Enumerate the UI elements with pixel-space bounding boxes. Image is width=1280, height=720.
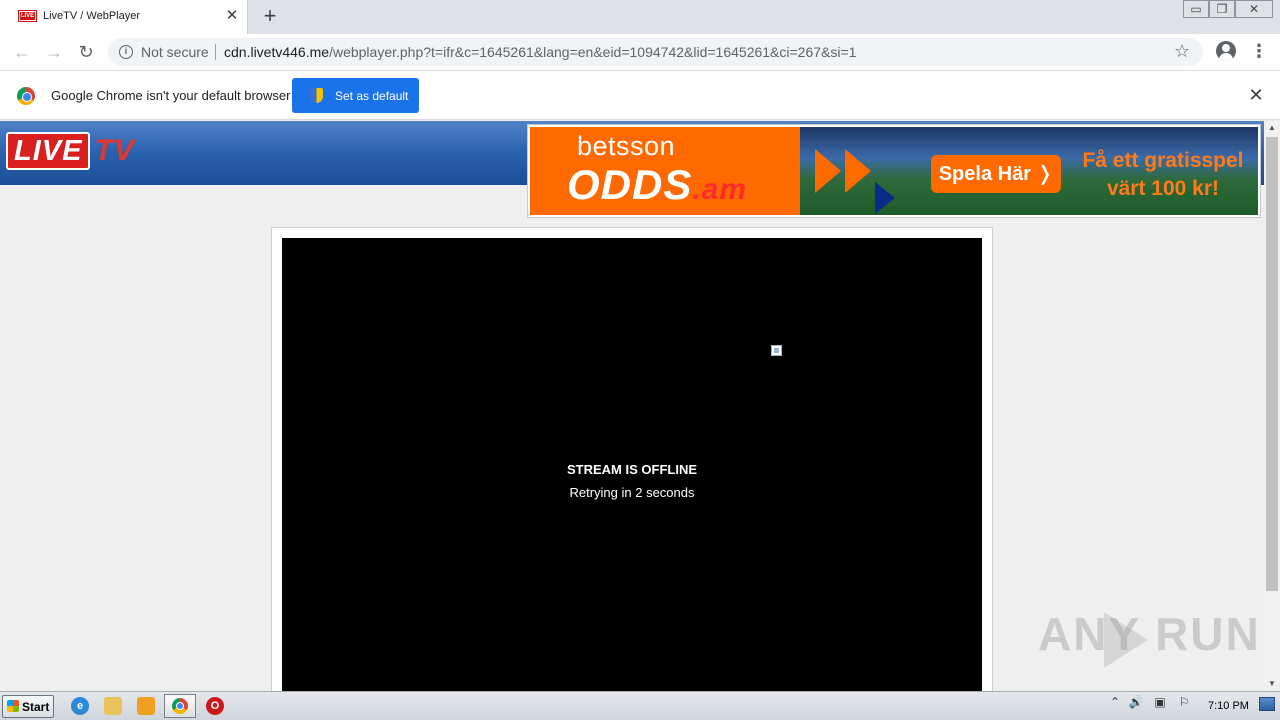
window-minimize-button[interactable]: ▭: [1183, 0, 1209, 18]
taskbar: Start e O ⌃ 🔊 ▣ ⚐ 7:10 PM: [0, 691, 1280, 720]
scroll-up-arrow-icon[interactable]: ▲: [1264, 121, 1280, 135]
tab-livetv[interactable]: LIVE LiveTV / WebPlayer ✕: [0, 0, 248, 34]
ad-brand-text: betsson: [577, 131, 676, 161]
livetv-logo[interactable]: LIVE TV: [6, 132, 135, 170]
tab-close-icon[interactable]: ✕: [223, 7, 241, 25]
star-icon[interactable]: ☆: [1174, 41, 1190, 62]
info-icon[interactable]: i: [119, 45, 133, 59]
ad-offer-line-1: Få ett gratisspel: [1082, 149, 1244, 172]
ad-product-suffix: .am: [692, 173, 748, 206]
infobar-close-icon[interactable]: ✕: [1246, 85, 1266, 105]
window-close-button[interactable]: ✕: [1235, 0, 1273, 18]
default-browser-infobar: Google Chrome isn't your default browser…: [0, 71, 1280, 120]
ad-offer-line-2: värt 100 kr!: [1106, 177, 1220, 200]
scrollbar-thumb[interactable]: [1266, 137, 1278, 591]
window-maximize-button[interactable]: ❐: [1209, 0, 1235, 18]
address-bar[interactable]: i Not secure cdn.livetv446.me/webplayer.…: [108, 38, 1203, 66]
url-separator: [215, 44, 216, 60]
logo-tv-text: TV: [94, 134, 135, 167]
stream-offline-title: STREAM IS OFFLINE: [567, 462, 697, 477]
tab-strip: LIVE LiveTV / WebPlayer ✕ + ▭ ❐ ✕: [0, 0, 1280, 34]
scroll-down-arrow-icon[interactable]: ▼: [1264, 677, 1280, 691]
new-tab-button[interactable]: +: [258, 5, 282, 29]
ad-product-name: ODDS: [567, 161, 693, 208]
flag-icon[interactable]: ⚐: [1176, 692, 1192, 712]
forward-arrow-icon[interactable]: →: [42, 41, 66, 63]
url-path: /webplayer.php?t=ifr&c=1645261&lang=en&e…: [329, 44, 857, 60]
browser-toolbar: ← → ↻ i Not secure cdn.livetv446.me/webp…: [0, 34, 1280, 71]
reload-icon[interactable]: ↻: [74, 41, 98, 63]
tab-title: LiveTV / WebPlayer: [43, 10, 141, 22]
start-flag-icon: [7, 700, 19, 712]
stream-retry-message: Retrying in 2 seconds: [569, 485, 695, 500]
network-icon[interactable]: ▣: [1152, 692, 1168, 712]
speaker-icon[interactable]: 🔊: [1128, 692, 1144, 712]
tray-chevron-icon[interactable]: ⌃: [1107, 692, 1123, 712]
start-label: Start: [22, 700, 50, 714]
chrome-logo-icon: [17, 87, 35, 105]
video-player[interactable]: STREAM IS OFFLINE Retrying in 2 seconds: [282, 238, 982, 691]
tray-clock[interactable]: 7:10 PM: [1208, 700, 1249, 712]
show-desktop-button[interactable]: [1259, 697, 1275, 711]
ad-product-text: ODDS.am: [567, 163, 747, 212]
ad-cta-button[interactable]: Spela Här ❭: [931, 155, 1061, 193]
ad-chevron-shape: [845, 149, 871, 193]
start-button[interactable]: Start: [2, 695, 54, 718]
opera-icon[interactable]: O: [206, 697, 224, 715]
taskbar-chrome-button[interactable]: [164, 694, 196, 718]
anyrun-watermark: ANY RUN: [1038, 608, 1261, 660]
menu-icon[interactable]: ⋮: [1250, 41, 1268, 63]
ad-chevron-shape: [875, 182, 895, 214]
back-arrow-icon[interactable]: ←: [10, 41, 34, 63]
url-host: cdn.livetv446.me: [224, 44, 330, 60]
url-text[interactable]: cdn.livetv446.me/webplayer.php?t=ifr&c=1…: [224, 44, 856, 60]
vertical-scrollbar[interactable]: ▲ ▼: [1264, 121, 1280, 691]
broken-image-icon: [771, 345, 782, 356]
set-as-default-label: Set as default: [335, 89, 409, 103]
ad-creative: betsson ODDS.am Spela Här ❭ Få ett grati…: [530, 127, 1258, 215]
folder-icon[interactable]: [104, 697, 122, 715]
logo-live-text: LIVE: [6, 132, 91, 170]
ad-chevron-shape: [815, 149, 841, 193]
ad-banner[interactable]: betsson ODDS.am Spela Här ❭ Få ett grati…: [527, 124, 1261, 218]
infobar-message: Google Chrome isn't your default browser: [51, 88, 291, 103]
page-viewport: LIVE TV betsson ODDS.am Spela Här ❭ Få e…: [0, 121, 1264, 691]
ie-icon[interactable]: e: [71, 697, 89, 715]
chrome-icon: [172, 698, 188, 714]
set-as-default-button[interactable]: Set as default: [292, 78, 419, 113]
media-player-icon[interactable]: [137, 697, 155, 715]
account-icon[interactable]: [1216, 41, 1236, 61]
player-frame: STREAM IS OFFLINE Retrying in 2 seconds: [271, 227, 993, 691]
security-label[interactable]: Not secure: [141, 44, 209, 60]
live-favicon-icon: LIVE: [18, 10, 37, 22]
shield-icon: [310, 88, 323, 103]
ad-offer-text: Få ett gratisspel värt 100 kr!: [1068, 147, 1258, 203]
